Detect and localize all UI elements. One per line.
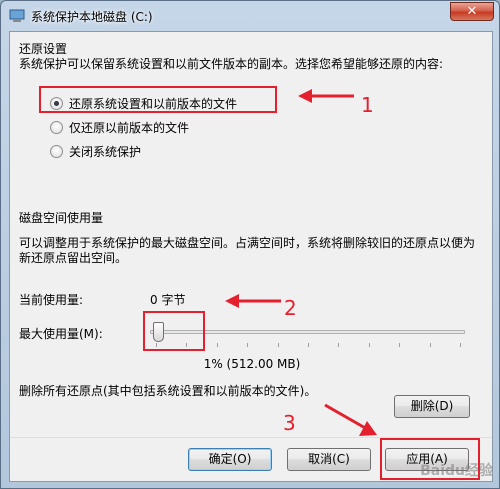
cancel-button[interactable]: 取消(C) bbox=[287, 448, 371, 471]
current-usage-label: 当前使用量: bbox=[19, 293, 84, 307]
close-button[interactable]: ✕ bbox=[450, 2, 494, 21]
slider-tick bbox=[216, 343, 218, 347]
max-usage-label: 最大使用量(M): bbox=[19, 327, 103, 341]
annotation-arrow-3-icon bbox=[324, 403, 377, 436]
annotation-number-2: 2 bbox=[284, 296, 297, 320]
disk-section-title: 磁盘空间使用量 bbox=[19, 211, 104, 225]
radio-label: 关闭系统保护 bbox=[69, 144, 142, 159]
slider-tick bbox=[368, 343, 370, 347]
system-protection-icon bbox=[9, 9, 25, 22]
radio-restore-files-only[interactable]: 仅还原以前版本的文件 bbox=[50, 118, 189, 136]
slider-tick bbox=[429, 343, 431, 347]
annotation-number-3: 3 bbox=[283, 411, 296, 435]
delete-description: 删除所有还原点(其中包括系统设置和以前版本的文件)。 bbox=[19, 384, 317, 398]
window-title: 系统保护本地磁盘 (C:) bbox=[31, 10, 153, 24]
annotation-box-2 bbox=[143, 311, 205, 351]
restore-description: 系统保护可以保留系统设置和以前文件版本的副本。选择您希望能够还原的内容: bbox=[19, 57, 444, 71]
radio-icon bbox=[50, 144, 63, 158]
annotation-arrow-1-icon bbox=[298, 89, 354, 103]
current-usage-value: 0 字节 bbox=[150, 293, 186, 307]
watermark: Baidu经验 bbox=[420, 463, 493, 479]
annotation-box-1 bbox=[39, 86, 277, 113]
slider-tick bbox=[338, 343, 340, 347]
restore-section-title: 还原设置 bbox=[19, 42, 68, 56]
slider-tick bbox=[277, 343, 279, 347]
ok-button[interactable]: 确定(O) bbox=[188, 448, 272, 471]
radio-icon bbox=[50, 120, 63, 134]
radio-turn-off-protection[interactable]: 关闭系统保护 bbox=[50, 142, 141, 160]
annotation-number-1: 1 bbox=[361, 93, 374, 117]
slider-tick bbox=[308, 343, 309, 347]
max-usage-percent: 1% (512.00 MB) bbox=[203, 357, 301, 371]
close-icon: ✕ bbox=[466, 4, 478, 19]
disk-description: 可以调整用于系统保护的最大磁盘空间。占满空间时，系统将删除较旧的还原点以便为新还… bbox=[19, 236, 476, 265]
annotation-arrow-2-icon bbox=[225, 294, 281, 308]
slider-tick bbox=[460, 343, 461, 347]
slider-tick bbox=[247, 343, 249, 347]
slider-tick bbox=[399, 343, 401, 347]
radio-label: 仅还原以前版本的文件 bbox=[69, 120, 190, 135]
delete-button[interactable]: 删除(D) bbox=[394, 395, 470, 418]
title-bar[interactable]: 系统保护本地磁盘 (C:) ✕ bbox=[1, 1, 499, 31]
dialog-window: 系统保护本地磁盘 (C:) ✕ 还原设置 系统保护可以保留系统设置和以前文件版本… bbox=[0, 0, 500, 489]
